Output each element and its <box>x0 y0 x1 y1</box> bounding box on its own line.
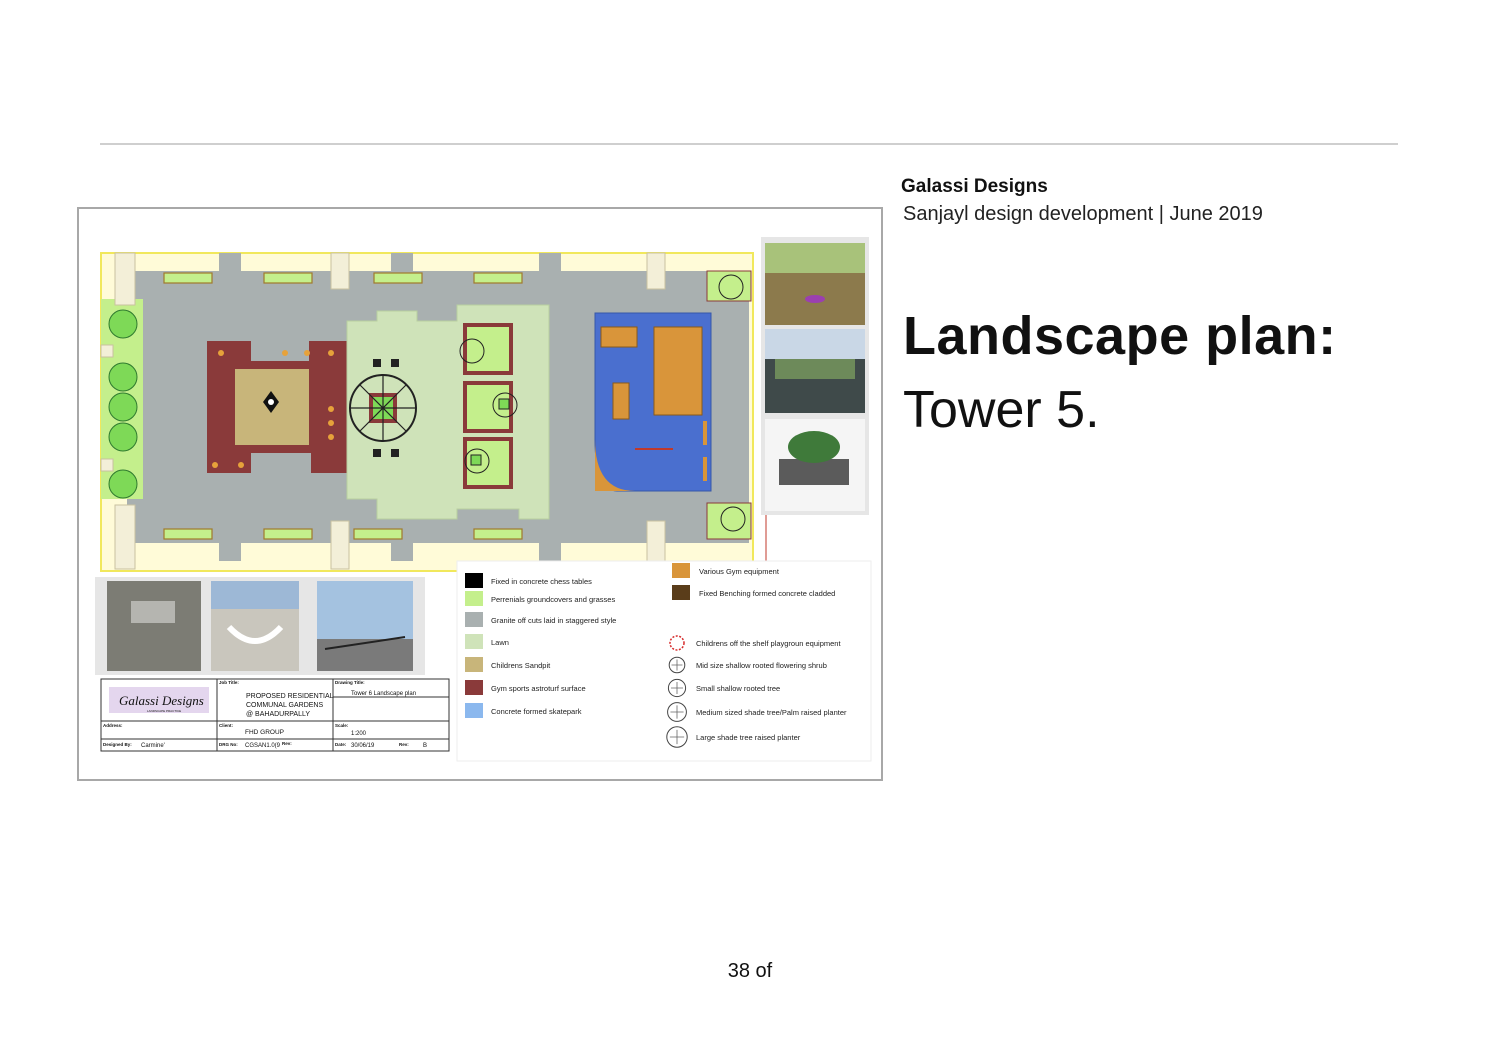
gym-block-2 <box>653 326 703 416</box>
rev-label: Rev: <box>282 741 292 746</box>
client-label: Client: <box>219 723 234 728</box>
job-title-line2: COMMUNAL GARDENS <box>246 702 323 709</box>
title-block: Galassi Designs LANDSCAPE PRACTICE Job T… <box>100 678 450 752</box>
legend-swatch <box>465 612 483 627</box>
job-title-label: Job Title: <box>219 680 239 685</box>
job-title-line1: PROPOSED RESIDENTIAL <box>246 693 334 700</box>
scale-value: 1:200 <box>351 731 367 737</box>
legend-label: Granite off cuts laid in staggered style <box>491 616 616 625</box>
legend-swatch <box>465 657 483 672</box>
company-name: Galassi Designs <box>901 176 1048 197</box>
drg-label: DRG No: <box>219 742 238 747</box>
legend-label: Various Gym equipment <box>699 567 780 576</box>
legend-swatch <box>672 585 690 600</box>
legend: Fixed in concrete chess tables Perrenials… <box>456 560 872 762</box>
legend-swatch <box>465 680 483 695</box>
legend-swatch <box>672 563 690 578</box>
drawing-title: Tower 6 Landscape plan <box>351 691 416 697</box>
header-rule <box>100 143 1398 145</box>
legend-label: Concrete formed skatepark <box>491 707 582 716</box>
seating-pods <box>459 323 518 489</box>
page-number: 38 of <box>727 960 773 982</box>
chess-table-photo <box>107 581 201 671</box>
gym-block-3 <box>612 382 630 420</box>
rev2-label: Rev: <box>399 742 409 747</box>
gym-block-1 <box>600 326 638 348</box>
address-label: Address: <box>103 723 123 728</box>
site-plan <box>100 252 767 572</box>
legend-symbol-label: Childrens off the shelf playgroun equipm… <box>696 639 841 648</box>
legend-swatch <box>465 703 483 718</box>
legend-label: Perrenials groundcovers and grasses <box>491 595 615 604</box>
landscape-plan-figure: Galassi Designs LANDSCAPE PRACTICE Job T… <box>77 207 883 781</box>
legend-symbol-label: Large shade tree raised planter <box>696 733 801 742</box>
large-tree-symbol-icon <box>666 726 688 748</box>
legend-label: Fixed in concrete chess tables <box>491 577 592 586</box>
page-subtitle: Tower 5. <box>903 381 1100 439</box>
legend-swatch <box>465 634 483 649</box>
titleblock-logo-sub: LANDSCAPE PRACTICE <box>147 709 181 713</box>
client-value: FHD GROUP <box>245 729 284 736</box>
legend-label: Gym sports astroturf surface <box>491 684 586 693</box>
legend-label: Fixed Benching formed concrete cladded <box>699 589 835 598</box>
landscape-plan-drawing: Galassi Designs LANDSCAPE PRACTICE Job T… <box>95 237 872 762</box>
legend-symbol-label: Small shallow rooted tree <box>696 684 780 693</box>
job-title-line3: @ BAHADURPALLY <box>246 711 310 718</box>
titleblock-logo: Galassi Designs <box>119 693 204 708</box>
date-value: 30/06/19 <box>351 743 375 749</box>
date-label: Date: <box>335 742 347 747</box>
project-subline: Sanjayl design development | June 2019 <box>903 203 1263 225</box>
rev-value: B <box>423 743 427 749</box>
legend-label: Childrens Sandpit <box>491 661 551 670</box>
page-title: Landscape plan: <box>903 306 1337 366</box>
reference-photos-bottom <box>95 577 425 675</box>
drg-value: CGSAN1.0(9 <box>245 743 281 749</box>
small-tree-symbol-icon <box>667 678 687 698</box>
designed-value: Carmine' <box>141 743 165 749</box>
reference-photos-right <box>761 237 869 515</box>
legend-symbol-label: Mid size shallow rooted flowering shrub <box>696 661 827 670</box>
large-shade-tree <box>349 374 417 442</box>
legend-label: Lawn <box>491 638 509 647</box>
legend-swatch <box>465 591 483 606</box>
drawing-title-label: Drawing Title: <box>335 680 365 685</box>
legend-swatch <box>465 573 483 588</box>
legend-symbol-label: Medium sized shade tree/Palm raised plan… <box>696 708 847 717</box>
scale-label: Scale: <box>335 723 349 728</box>
designed-label: Designed By: <box>103 742 132 747</box>
